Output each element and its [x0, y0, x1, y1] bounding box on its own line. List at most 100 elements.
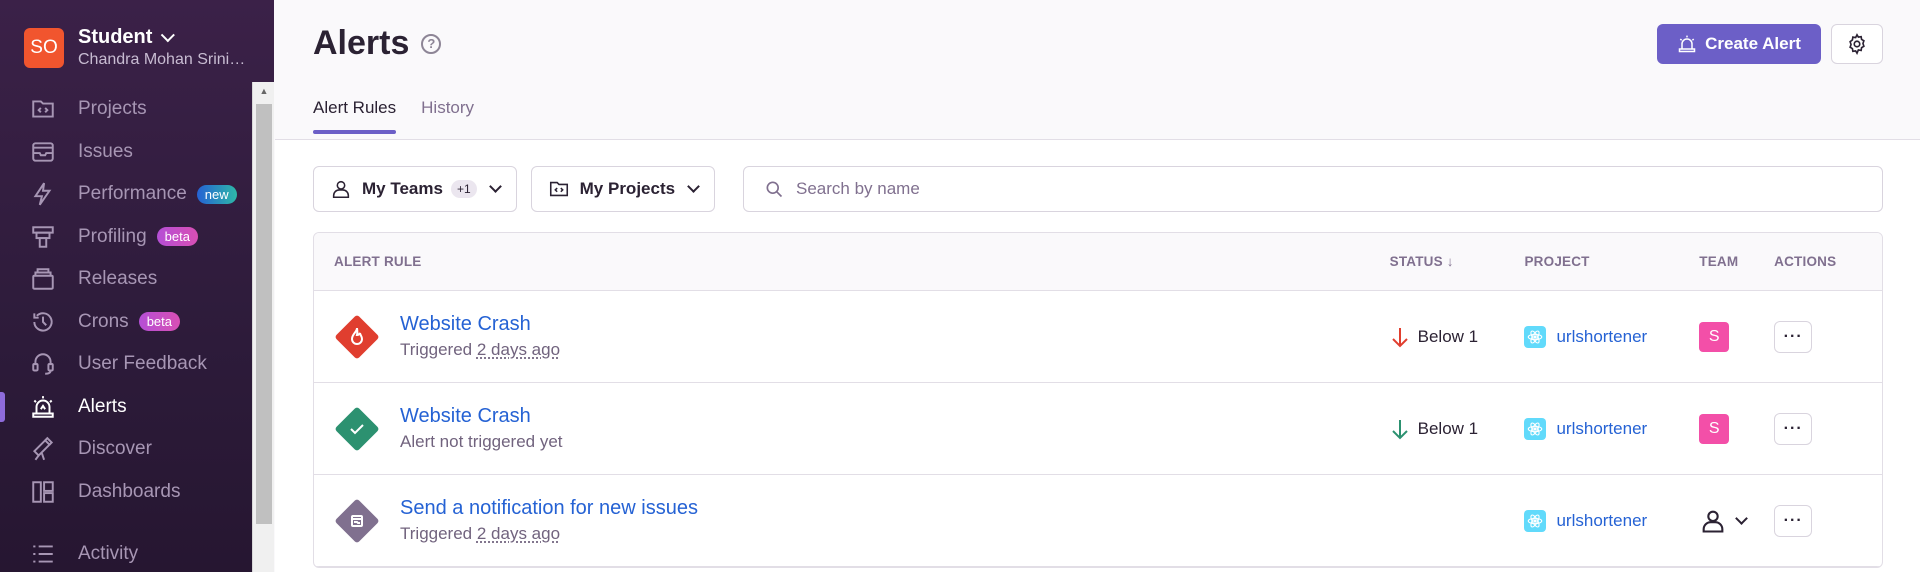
- alert-rule-name-link[interactable]: Website Crash: [400, 313, 560, 336]
- user-icon: [332, 180, 350, 199]
- teams-count-badge: +1: [450, 180, 477, 198]
- user-icon: [1702, 510, 1724, 533]
- alert-rule-info: Website Crash Alert not triggered yet: [400, 405, 563, 452]
- alerts-icon: [30, 394, 56, 420]
- project-name: urlshortener: [1556, 418, 1648, 438]
- status-header-label: STATUS: [1389, 254, 1443, 269]
- column-header-project: PROJECT: [1524, 254, 1590, 269]
- team-avatar[interactable]: S: [1699, 321, 1730, 352]
- org-switcher[interactable]: SO Student Chandra Mohan Srinivasan: [24, 26, 248, 69]
- sidebar-item-projects[interactable]: Projects: [0, 88, 252, 131]
- activity-icon: [30, 541, 56, 567]
- alert-rule-info: Website Crash Triggered 2 days ago: [400, 313, 560, 360]
- project-link[interactable]: urlshortener: [1524, 325, 1699, 348]
- alert-rule-name-link[interactable]: Send a notification for new issues: [400, 497, 698, 520]
- sidebar-item-dashboards[interactable]: Dashboards: [0, 471, 252, 514]
- discover-icon: [30, 436, 56, 462]
- performance-icon: [30, 181, 56, 207]
- team-cell: [1699, 507, 1774, 535]
- sidebar-item-discover[interactable]: Discover: [0, 428, 252, 471]
- settings-button[interactable]: [1831, 24, 1883, 64]
- status-text: Below 1: [1417, 418, 1479, 438]
- team-selector[interactable]: [1699, 507, 1774, 535]
- alert-rule-cell: Send a notification for new issues Trigg…: [314, 497, 1390, 544]
- sidebar-item-performance[interactable]: Performance new: [0, 173, 252, 216]
- sort-arrow-down-icon: ↓: [1446, 254, 1454, 269]
- more-actions-button[interactable]: ···: [1774, 412, 1813, 445]
- table-row: Website Crash Alert not triggered yet Be…: [314, 383, 1882, 475]
- column-header-alert-rule[interactable]: ALERT RULE: [314, 254, 1390, 269]
- sidebar-item-issues[interactable]: Issues: [0, 131, 252, 174]
- column-header-actions: ACTIONS: [1774, 254, 1837, 269]
- actions-cell: ···: [1774, 412, 1882, 445]
- gear-icon: [1849, 33, 1865, 55]
- help-icon[interactable]: ?: [421, 33, 442, 54]
- org-avatar: SO: [24, 27, 64, 68]
- crons-icon: [30, 309, 56, 335]
- project-folder-icon: [549, 181, 568, 197]
- sidebar-item-label: User Feedback: [78, 353, 207, 375]
- more-actions-button[interactable]: ···: [1774, 504, 1813, 537]
- sidebar-item-label: Dashboards: [78, 480, 181, 502]
- sidebar-scrollbar[interactable]: ▲: [252, 82, 274, 572]
- search-input[interactable]: [796, 179, 1796, 199]
- dashboards-icon: [30, 479, 56, 505]
- create-alert-button[interactable]: Create Alert: [1657, 24, 1821, 64]
- sidebar-nav: Projects Issues Performance new Profilin…: [0, 88, 252, 572]
- releases-icon: [30, 266, 56, 292]
- sidebar-item-releases[interactable]: Releases: [0, 258, 252, 301]
- main-content: Alerts ? Create Alert Alert Rules Histor…: [275, 0, 1920, 572]
- time-ago: 2 days ago: [476, 524, 561, 543]
- sidebar-item-user-feedback[interactable]: User Feedback: [0, 343, 252, 386]
- tab-alert-rules[interactable]: Alert Rules: [313, 98, 397, 134]
- my-projects-filter[interactable]: My Projects: [530, 166, 716, 212]
- alert-rule-cell: Website Crash Alert not triggered yet: [314, 405, 1390, 452]
- project-link[interactable]: urlshortener: [1524, 417, 1699, 440]
- alert-rule-subtitle: Triggered 2 days ago: [400, 524, 698, 544]
- my-teams-filter[interactable]: My Teams +1: [313, 166, 517, 212]
- project-link[interactable]: urlshortener: [1524, 509, 1699, 532]
- filter-bar: My Teams +1 My Projects: [313, 166, 729, 212]
- react-icon: [1524, 325, 1547, 348]
- actions-cell: ···: [1774, 504, 1882, 537]
- beta-badge: beta: [138, 312, 180, 332]
- chevron-down-icon: [161, 27, 176, 42]
- alert-rule-name-link[interactable]: Website Crash: [400, 405, 563, 428]
- tab-history[interactable]: History: [421, 98, 474, 134]
- org-name-label: Student: [78, 26, 153, 48]
- project-cell: urlshortener: [1524, 325, 1699, 348]
- sidebar-item-label: Profiling: [78, 225, 147, 247]
- project-cell: urlshortener: [1524, 417, 1699, 440]
- sidebar-item-label: Releases: [78, 268, 158, 290]
- sidebar-item-alerts[interactable]: Alerts: [0, 386, 252, 429]
- alert-rule-info: Send a notification for new issues Trigg…: [400, 497, 698, 544]
- subtitle-prefix: Triggered: [400, 524, 473, 543]
- my-teams-label: My Teams: [362, 179, 443, 198]
- siren-icon: [1678, 35, 1696, 53]
- create-alert-label: Create Alert: [1705, 34, 1801, 53]
- sidebar-item-label: Alerts: [78, 395, 127, 417]
- sidebar-item-activity[interactable]: Activity: [0, 533, 252, 572]
- status-cell: Below 1: [1390, 326, 1525, 348]
- fire-icon: [334, 313, 380, 360]
- scroll-up-arrow-icon[interactable]: ▲: [253, 82, 274, 100]
- react-icon: [1524, 509, 1547, 532]
- table-row: Website Crash Triggered 2 days ago Below…: [314, 291, 1882, 383]
- sidebar-item-crons[interactable]: Crons beta: [0, 301, 252, 344]
- alert-rule-subtitle: Triggered 2 days ago: [400, 340, 560, 360]
- search-icon: [766, 181, 783, 198]
- table-row: Send a notification for new issues Trigg…: [314, 475, 1882, 567]
- more-actions-button[interactable]: ···: [1774, 320, 1813, 353]
- team-avatar[interactable]: S: [1699, 413, 1730, 444]
- beta-badge: beta: [156, 227, 198, 247]
- table-header: ALERT RULE STATUS ↓ PROJECT TEAM ACTIONS: [314, 233, 1882, 291]
- sidebar-item-label: Projects: [78, 98, 147, 120]
- column-header-status[interactable]: STATUS ↓: [1390, 254, 1525, 269]
- sidebar-item-profiling[interactable]: Profiling beta: [0, 216, 252, 259]
- issue-icon: [334, 497, 380, 544]
- page-title: Alerts ?: [313, 24, 442, 63]
- status-cell: Below 1: [1390, 418, 1525, 440]
- search-box: [743, 166, 1883, 212]
- scroll-thumb[interactable]: [256, 104, 272, 524]
- sidebar: SO Student Chandra Mohan Srinivasan Proj…: [0, 0, 274, 572]
